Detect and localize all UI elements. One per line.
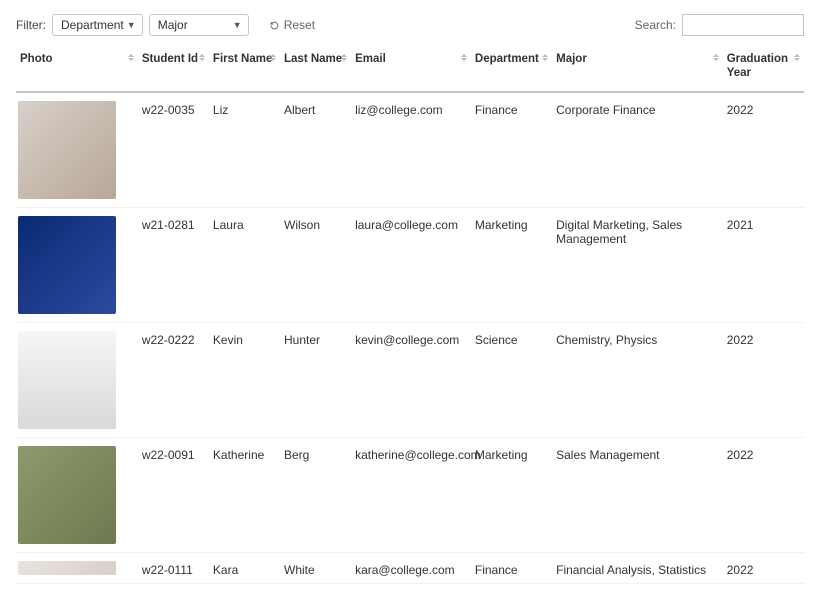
- col-major[interactable]: Major: [552, 46, 723, 92]
- department-select-value: Department: [61, 18, 124, 32]
- col-first-name-label: First Name: [213, 52, 272, 66]
- cell-major: Financial Analysis, Statistics: [552, 552, 723, 583]
- cell-student-id: w21-0281: [138, 207, 209, 322]
- table-row: w22-0111 Kara White kara@college.com Fin…: [16, 552, 804, 583]
- col-student-id-label: Student Id: [142, 52, 198, 66]
- cell-grad-year: 2022: [723, 92, 804, 208]
- col-email[interactable]: Email: [351, 46, 471, 92]
- department-select[interactable]: Department ▼: [52, 14, 143, 36]
- cell-grad-year: 2022: [723, 437, 804, 552]
- cell-department: Finance: [471, 552, 552, 583]
- cell-major: Chemistry, Physics: [552, 322, 723, 437]
- toolbar: Filter: Department ▼ Major ▼ Reset Searc…: [16, 14, 804, 36]
- col-grad-year-label: Graduation Year: [727, 52, 800, 81]
- cell-last-name: Albert: [280, 92, 351, 208]
- student-photo: [18, 101, 116, 199]
- cell-student-id: w22-0091: [138, 437, 209, 552]
- cell-major: Corporate Finance: [552, 92, 723, 208]
- sort-icon: [461, 54, 467, 61]
- col-department-label: Department: [475, 52, 539, 66]
- cell-student-id: w22-0222: [138, 322, 209, 437]
- cell-last-name: Berg: [280, 437, 351, 552]
- undo-icon: [269, 20, 280, 31]
- cell-last-name: White: [280, 552, 351, 583]
- cell-first-name: Kara: [209, 552, 280, 583]
- cell-grad-year: 2022: [723, 322, 804, 437]
- cell-student-id: w22-0035: [138, 92, 209, 208]
- col-last-name[interactable]: Last Name: [280, 46, 351, 92]
- col-email-label: Email: [355, 52, 386, 66]
- cell-email: liz@college.com: [351, 92, 471, 208]
- sort-icon: [128, 54, 134, 61]
- sort-icon: [341, 54, 347, 61]
- reset-label: Reset: [284, 18, 315, 32]
- sort-icon: [542, 54, 548, 61]
- col-first-name[interactable]: First Name: [209, 46, 280, 92]
- cell-email: katherine@college.com: [351, 437, 471, 552]
- cell-last-name: Wilson: [280, 207, 351, 322]
- students-table: Photo Student Id First Name Last Name Em…: [16, 46, 804, 584]
- cell-student-id: w22-0111: [138, 552, 209, 583]
- table-row: w21-0281 Laura Wilson laura@college.com …: [16, 207, 804, 322]
- col-student-id[interactable]: Student Id: [138, 46, 209, 92]
- cell-first-name: Kevin: [209, 322, 280, 437]
- major-select-value: Major: [158, 18, 188, 32]
- cell-major: Sales Management: [552, 437, 723, 552]
- cell-grad-year: 2021: [723, 207, 804, 322]
- chevron-down-icon: ▼: [127, 20, 136, 30]
- table-header-row: Photo Student Id First Name Last Name Em…: [16, 46, 804, 92]
- sort-icon: [199, 54, 205, 61]
- cell-major: Digital Marketing, Sales Management: [552, 207, 723, 322]
- table-row: w22-0091 Katherine Berg katherine@colleg…: [16, 437, 804, 552]
- cell-first-name: Laura: [209, 207, 280, 322]
- sort-icon: [270, 54, 276, 61]
- chevron-down-icon: ▼: [233, 20, 242, 30]
- student-photo: [18, 216, 116, 314]
- search-input[interactable]: [682, 14, 804, 36]
- col-grad-year[interactable]: Graduation Year: [723, 46, 804, 92]
- cell-department: Marketing: [471, 437, 552, 552]
- table-row: w22-0035 Liz Albert liz@college.com Fina…: [16, 92, 804, 208]
- cell-email: laura@college.com: [351, 207, 471, 322]
- filter-group: Filter: Department ▼ Major ▼ Reset: [16, 14, 315, 36]
- col-photo-label: Photo: [20, 52, 53, 66]
- col-last-name-label: Last Name: [284, 52, 342, 66]
- filter-label: Filter:: [16, 18, 46, 32]
- col-department[interactable]: Department: [471, 46, 552, 92]
- cell-first-name: Katherine: [209, 437, 280, 552]
- cell-first-name: Liz: [209, 92, 280, 208]
- student-photo: [18, 561, 116, 575]
- sort-icon: [794, 54, 800, 61]
- table-body: w22-0035 Liz Albert liz@college.com Fina…: [16, 92, 804, 584]
- cell-department: Finance: [471, 92, 552, 208]
- cell-grad-year: 2022: [723, 552, 804, 583]
- cell-email: kevin@college.com: [351, 322, 471, 437]
- sort-icon: [713, 54, 719, 61]
- col-major-label: Major: [556, 52, 587, 66]
- table-row: w22-0222 Kevin Hunter kevin@college.com …: [16, 322, 804, 437]
- student-photo: [18, 331, 116, 429]
- col-photo[interactable]: Photo: [16, 46, 138, 92]
- major-select[interactable]: Major ▼: [149, 14, 249, 36]
- cell-last-name: Hunter: [280, 322, 351, 437]
- search-label: Search:: [635, 18, 676, 32]
- reset-button[interactable]: Reset: [269, 18, 315, 32]
- cell-department: Marketing: [471, 207, 552, 322]
- student-photo: [18, 446, 116, 544]
- cell-department: Science: [471, 322, 552, 437]
- search-group: Search:: [635, 14, 804, 36]
- cell-email: kara@college.com: [351, 552, 471, 583]
